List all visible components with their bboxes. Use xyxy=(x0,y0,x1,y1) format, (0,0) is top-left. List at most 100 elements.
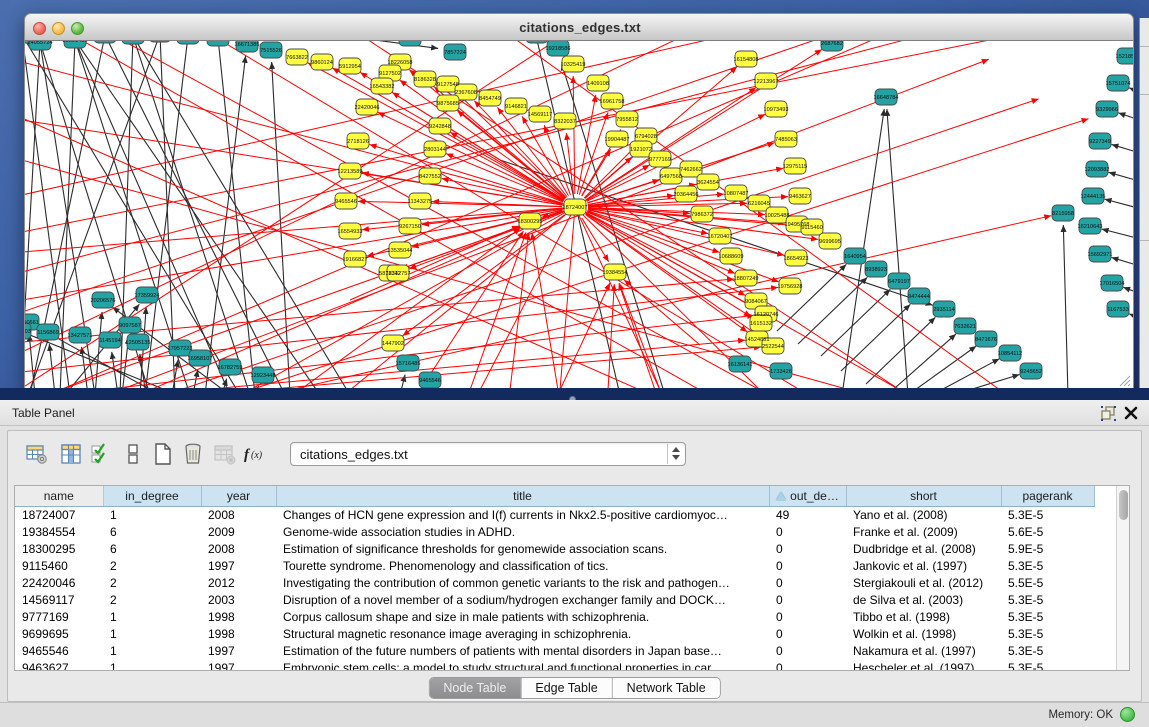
cell-short[interactable]: Tibbo et al. (1998) xyxy=(846,608,1001,625)
table-row[interactable]: 946554611997Estimation of the future num… xyxy=(15,642,1094,659)
network-window-titlebar[interactable]: citations_edges.txt xyxy=(24,13,1134,41)
delete-table-icon[interactable] xyxy=(210,439,240,469)
create-new-column-icon[interactable] xyxy=(148,439,178,469)
cell-in_degree[interactable]: 2 xyxy=(103,591,201,608)
cell-year[interactable]: 2003 xyxy=(201,591,276,608)
tab-edge-table[interactable]: Edge Table xyxy=(521,678,612,698)
cell-pagerank[interactable]: 5.3E-5 xyxy=(1001,659,1094,671)
cell-title[interactable]: Estimation of the future numbers of pati… xyxy=(276,642,769,659)
cell-in_degree[interactable]: 1 xyxy=(103,608,201,625)
table-row[interactable]: 977716911998Corpus callosum shape and si… xyxy=(15,608,1094,625)
cell-title[interactable]: Changes of HCN gene expression and I(f) … xyxy=(276,506,769,523)
cell-pagerank[interactable]: 5.3E-5 xyxy=(1001,506,1094,523)
cell-short[interactable]: Dudbridge et al. (2008) xyxy=(846,540,1001,557)
cell-pagerank[interactable]: 5.5E-5 xyxy=(1001,574,1094,591)
cell-out_degree[interactable]: 0 xyxy=(769,591,846,608)
cell-out_degree[interactable]: 0 xyxy=(769,659,846,671)
cell-pagerank[interactable]: 5.3E-5 xyxy=(1001,591,1094,608)
table-row[interactable]: 1872400712008Changes of HCN gene express… xyxy=(15,506,1094,523)
table-row[interactable]: 969969511998Structural magnetic resonanc… xyxy=(15,625,1094,642)
cell-short[interactable]: Jankovic et al. (1997) xyxy=(846,557,1001,574)
cell-out_degree[interactable]: 0 xyxy=(769,608,846,625)
cell-pagerank[interactable]: 5.3E-5 xyxy=(1001,557,1094,574)
cell-in_degree[interactable]: 6 xyxy=(103,540,201,557)
table-row[interactable]: 946362711997Embryonic stem cells: a mode… xyxy=(15,659,1094,671)
column-header-name[interactable]: name xyxy=(15,486,103,506)
cell-year[interactable]: 2008 xyxy=(201,506,276,523)
scrollbar-thumb[interactable] xyxy=(1119,490,1128,520)
graph-node[interactable] xyxy=(122,41,144,44)
graph-node[interactable] xyxy=(526,41,548,43)
cell-title[interactable]: Genome-wide association studies in ADHD. xyxy=(276,523,769,540)
cell-name[interactable]: 19384554 xyxy=(15,523,103,540)
cell-out_degree[interactable]: 0 xyxy=(769,574,846,591)
cell-name[interactable]: 9777169 xyxy=(15,608,103,625)
cell-year[interactable]: 1998 xyxy=(201,608,276,625)
cell-year[interactable]: 1997 xyxy=(201,659,276,671)
cell-in_degree[interactable]: 6 xyxy=(103,523,201,540)
cell-out_degree[interactable]: 0 xyxy=(769,625,846,642)
cell-short[interactable]: Nakamura et al. (1997) xyxy=(846,642,1001,659)
column-header-in_degree[interactable]: in_degree xyxy=(103,486,201,506)
cell-title[interactable]: Tourette syndrome. Phenomenology and cla… xyxy=(276,557,769,574)
cell-name[interactable]: 14569117 xyxy=(15,591,103,608)
cell-name[interactable]: 18724007 xyxy=(15,506,103,523)
cell-short[interactable]: Wolkin et al. (1998) xyxy=(846,625,1001,642)
cell-name[interactable]: 9115460 xyxy=(15,557,103,574)
cell-name[interactable]: 22420046 xyxy=(15,574,103,591)
cell-in_degree[interactable]: 2 xyxy=(103,557,201,574)
cell-name[interactable]: 9465546 xyxy=(15,642,103,659)
table-row[interactable]: 1456911722003Disruption of a novel membe… xyxy=(15,591,1094,608)
network-graph[interactable]: 2005334624055724206914061250513510653287… xyxy=(25,41,1133,389)
cell-year[interactable]: 2009 xyxy=(201,523,276,540)
unselect-rows-icon[interactable] xyxy=(118,439,148,469)
tab-node-table[interactable]: Node Table xyxy=(429,678,521,698)
float-panel-icon[interactable] xyxy=(1100,405,1117,422)
cell-year[interactable]: 2008 xyxy=(201,540,276,557)
table-row[interactable]: 1830029562008Estimation of significance … xyxy=(15,540,1094,557)
cell-short[interactable]: Franke et al. (2009) xyxy=(846,523,1001,540)
cell-pagerank[interactable]: 5.6E-5 xyxy=(1001,523,1094,540)
column-header-year[interactable]: year xyxy=(201,486,276,506)
graph-node[interactable] xyxy=(177,41,199,44)
cell-in_degree[interactable]: 1 xyxy=(103,659,201,671)
memory-ok-indicator-icon[interactable] xyxy=(1120,707,1135,722)
cell-in_degree[interactable]: 2 xyxy=(103,574,201,591)
cell-title[interactable]: Disruption of a novel member of a sodium… xyxy=(276,591,769,608)
table-mode-gear-icon[interactable] xyxy=(22,439,52,469)
tab-network-table[interactable]: Network Table xyxy=(613,678,720,698)
cell-out_degree[interactable]: 49 xyxy=(769,506,846,523)
network-canvas[interactable]: 2005334624055724206914061250513510653287… xyxy=(24,41,1134,390)
function-builder-icon[interactable]: f (x) xyxy=(242,439,272,469)
cell-year[interactable]: 1998 xyxy=(201,625,276,642)
cell-year[interactable]: 2012 xyxy=(201,574,276,591)
graph-node[interactable] xyxy=(149,41,171,42)
combobox-stepper-icon[interactable] xyxy=(667,444,684,464)
cell-pagerank[interactable]: 5.3E-5 xyxy=(1001,625,1094,642)
cell-year[interactable]: 1997 xyxy=(201,557,276,574)
table-selector-combobox[interactable]: citations_edges.txt xyxy=(290,442,686,466)
cell-title[interactable]: Structural magnetic resonance image aver… xyxy=(276,625,769,642)
graph-node[interactable] xyxy=(94,41,116,43)
select-all-rows-icon[interactable] xyxy=(86,439,116,469)
cell-year[interactable]: 1997 xyxy=(201,642,276,659)
table-row[interactable]: 1938455462009Genome-wide association stu… xyxy=(15,523,1094,540)
cell-out_degree[interactable]: 0 xyxy=(769,642,846,659)
column-header-out_degree[interactable]: out_de… xyxy=(769,486,846,506)
cell-short[interactable]: de Silva et al. (2003) xyxy=(846,591,1001,608)
column-header-short[interactable]: short xyxy=(846,486,1001,506)
show-columns-icon[interactable] xyxy=(56,439,86,469)
cell-name[interactable]: 9699695 xyxy=(15,625,103,642)
delete-columns-icon[interactable] xyxy=(178,439,208,469)
cell-in_degree[interactable]: 1 xyxy=(103,506,201,523)
table-row[interactable]: 911546021997Tourette syndrome. Phenomeno… xyxy=(15,557,1094,574)
cell-title[interactable]: Corpus callosum shape and size in male p… xyxy=(276,608,769,625)
column-header-pagerank[interactable]: pagerank xyxy=(1001,486,1094,506)
cell-short[interactable]: Hescheler et al. (1997) xyxy=(846,659,1001,671)
table-vertical-scrollbar[interactable] xyxy=(1116,486,1130,670)
cell-title[interactable]: Investigating the contribution of common… xyxy=(276,574,769,591)
cell-short[interactable]: Yano et al. (2008) xyxy=(846,506,1001,523)
cell-short[interactable]: Stergiakouli et al. (2012) xyxy=(846,574,1001,591)
table-row[interactable]: 2242004622012Investigating the contribut… xyxy=(15,574,1094,591)
cell-in_degree[interactable]: 1 xyxy=(103,625,201,642)
